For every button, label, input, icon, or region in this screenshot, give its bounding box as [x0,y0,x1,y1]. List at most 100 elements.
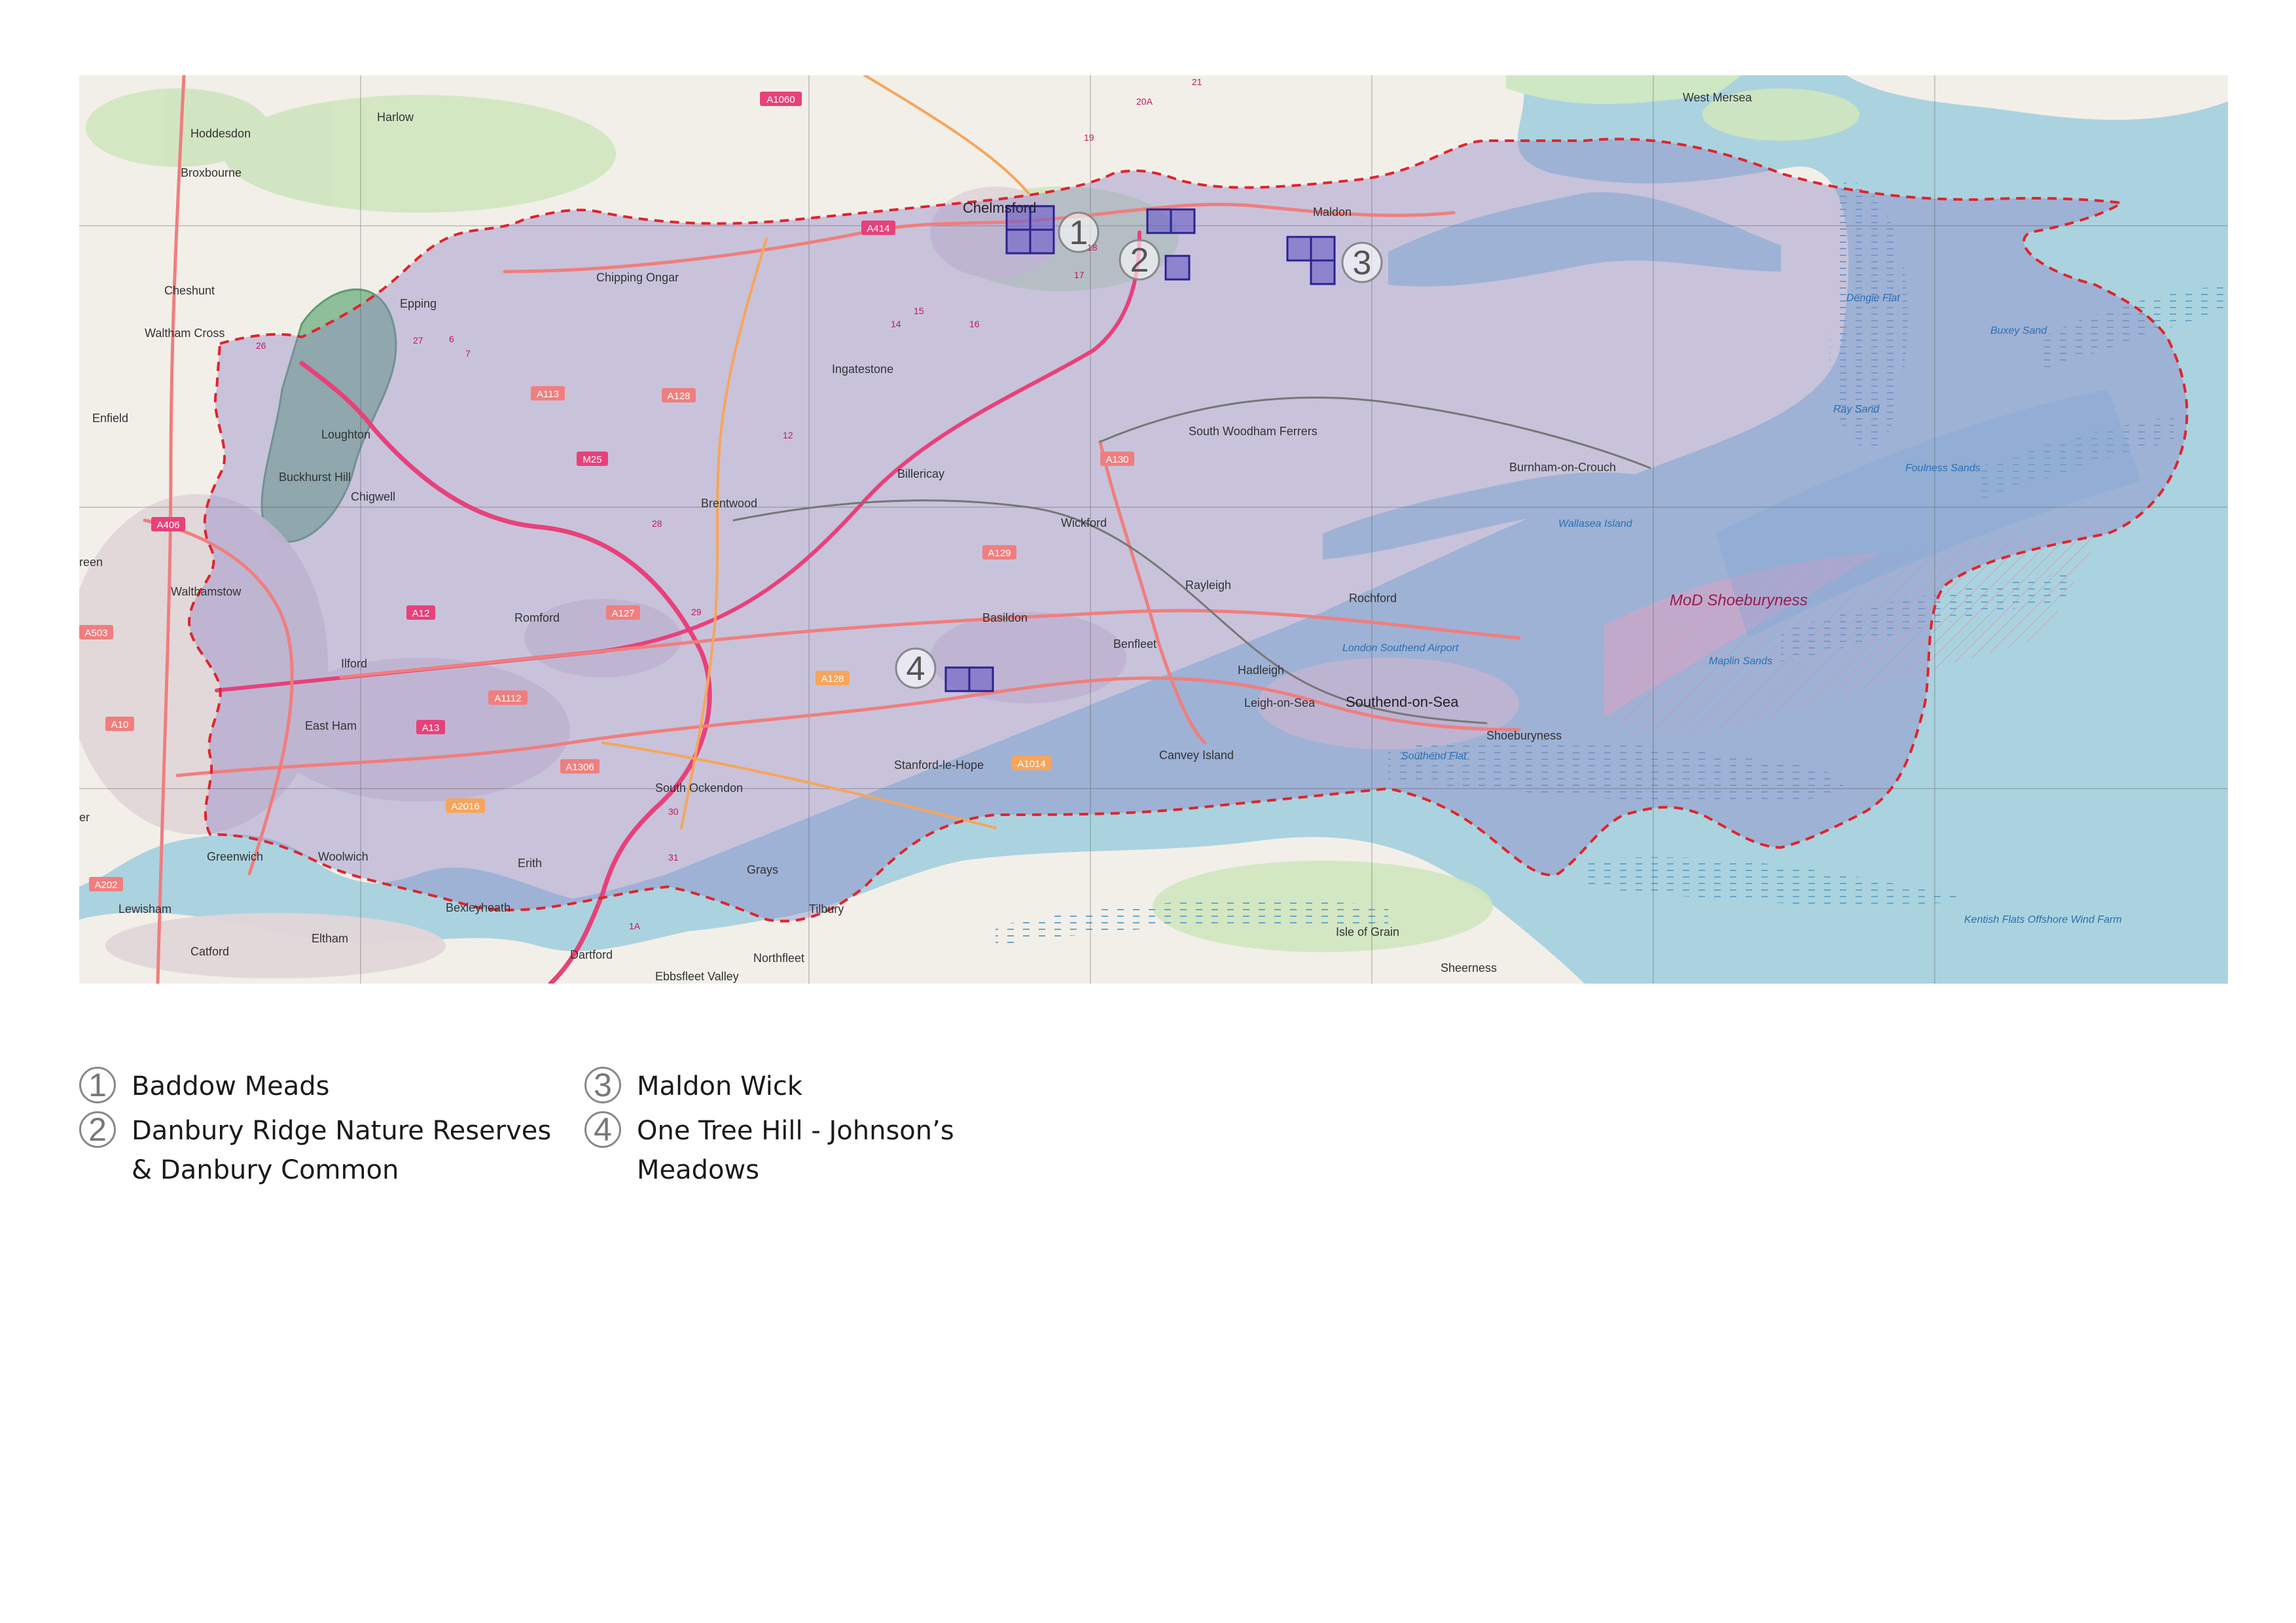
svg-text:4: 4 [906,650,925,688]
place-label: Waltham Cross [145,327,224,340]
svg-text:Southend Flat: Southend Flat [1401,751,1467,762]
svg-text:A2016: A2016 [451,801,479,812]
place-label: Bexleyheath [446,901,511,914]
place-label: Rochford [1349,592,1397,605]
svg-text:28: 28 [652,518,662,529]
place-label: Grays [747,863,778,876]
svg-text:A127: A127 [611,608,634,619]
svg-text:M25: M25 [583,454,601,465]
legend-number-3: 3 [584,1067,621,1103]
place-label: reen [79,556,103,569]
svg-text:19: 19 [1084,132,1094,143]
svg-text:26: 26 [256,340,266,351]
place-label: Rayleigh [1185,579,1231,592]
map-frame[interactable]: 1 2 3 4 West Mersea Harlow Hoddesdon Bro… [79,75,2228,984]
legend-item-2: 2 Danbury Ridge Nature Reserves & Danbur… [79,1111,564,1190]
site-marker-3[interactable]: 3 [1341,241,1383,283]
place-label: South Ockendon [655,781,743,794]
svg-text:A128: A128 [667,391,690,402]
legend-label-2: Danbury Ridge Nature Reserves & Danbury … [132,1116,552,1185]
svg-text:London Southend Airport: London Southend Airport [1342,643,1459,654]
svg-text:15: 15 [914,306,924,316]
svg-text:3: 3 [1353,244,1372,282]
svg-text:MoD Shoeburyness: MoD Shoeburyness [1670,592,1808,609]
svg-text:30: 30 [668,806,679,817]
svg-text:Maplin Sands: Maplin Sands [1709,656,1772,667]
place-label: Canvey Island [1159,749,1234,762]
svg-text:27: 27 [413,335,423,346]
basemap[interactable]: 1 2 3 4 West Mersea Harlow Hoddesdon Bro… [79,75,2228,984]
place-label: Tilbury [809,902,844,916]
place-label: Hadleigh [1238,664,1284,677]
legend-item-3: 3 Maldon Wick [584,1067,1056,1106]
land-mersea [1846,75,2228,120]
place-label: Chigwell [351,490,395,503]
place-label: Burnham-on-Crouch [1509,461,1616,474]
legend-item-4: 4 One Tree Hill - Johnson’s Meadows [584,1111,1056,1190]
place-label: Wickford [1061,516,1107,529]
site-marker-4[interactable]: 4 [895,647,937,689]
legend-label-1: Baddow Meads [132,1071,330,1101]
place-label: Chipping Ongar [596,271,679,284]
svg-text:7: 7 [465,348,471,359]
place-label: Northfleet [753,952,804,965]
place-label: Harlow [377,111,414,124]
svg-text:6: 6 [449,334,454,344]
place-label: Shoeburyness [1486,729,1562,742]
place-label: Buckhurst Hill [279,471,351,484]
svg-text:18: 18 [1087,242,1098,253]
svg-text:A406: A406 [156,520,179,531]
place-label: Ingatestone [832,363,893,376]
place-label: Loughton [321,428,370,441]
svg-text:A503: A503 [84,628,107,639]
svg-text:A1014: A1014 [1017,758,1045,770]
svg-text:A1060: A1060 [766,94,795,105]
svg-text:A10: A10 [111,719,129,730]
place-label: Isle of Grain [1336,925,1399,938]
place-label: Broxbourne [181,166,242,179]
site-4-squares [944,666,994,692]
svg-text:1: 1 [1069,214,1088,252]
place-label: West Mersea [1683,91,1753,104]
place-label: Leigh-on-Sea [1244,696,1316,709]
place-label: Catford [190,945,229,958]
place-label: Walthamstow [171,585,242,598]
place-label: Chelmsford [963,200,1036,216]
legend-label-4: One Tree Hill - Johnson’s Meadows [637,1116,954,1185]
svg-text:31: 31 [668,852,679,863]
svg-text:12: 12 [783,430,793,440]
place-label: Woolwich [318,850,368,863]
site-marker-2[interactable]: 2 [1119,239,1160,281]
place-label: South Woodham Ferrers [1189,425,1318,438]
place-label: Ebbsfleet Valley [655,970,739,983]
place-label: Enfield [92,412,128,425]
svg-text:29: 29 [691,607,702,617]
svg-text:14: 14 [891,319,901,329]
place-label: Hoddesdon [190,127,251,140]
place-label: er [79,811,90,824]
svg-text:Kentish Flats Offshore Wind Fa: Kentish Flats Offshore Wind Farm [1964,914,2122,925]
place-label: Basildon [982,611,1028,624]
svg-text:A128: A128 [821,673,844,685]
place-label: East Ham [305,719,357,732]
svg-text:A1112: A1112 [494,693,521,704]
place-label: Sheerness [1441,961,1497,974]
svg-text:Dengie Flat: Dengie Flat [1846,293,1900,304]
svg-text:20A: 20A [1136,96,1153,107]
place-label: Erith [518,857,542,870]
svg-text:A202: A202 [94,880,117,891]
svg-text:A414: A414 [867,223,889,234]
svg-text:A1306: A1306 [565,762,594,773]
place-label: Maldon [1313,205,1352,219]
svg-text:A12: A12 [412,608,430,619]
svg-text:2: 2 [1130,241,1149,279]
legend: 1 Baddow Meads 2 Danbury Ridge Nature Re… [79,1067,1061,1198]
place-label: Greenwich [207,850,263,863]
svg-text:17: 17 [1074,270,1085,280]
place-label: Southend-on-Sea [1346,694,1459,710]
place-label: Lewisham [118,902,171,916]
place-label: Benfleet [1113,637,1157,651]
legend-number-1: 1 [79,1067,116,1103]
place-label: Eltham [312,932,348,945]
legend-number-2: 2 [79,1111,116,1148]
